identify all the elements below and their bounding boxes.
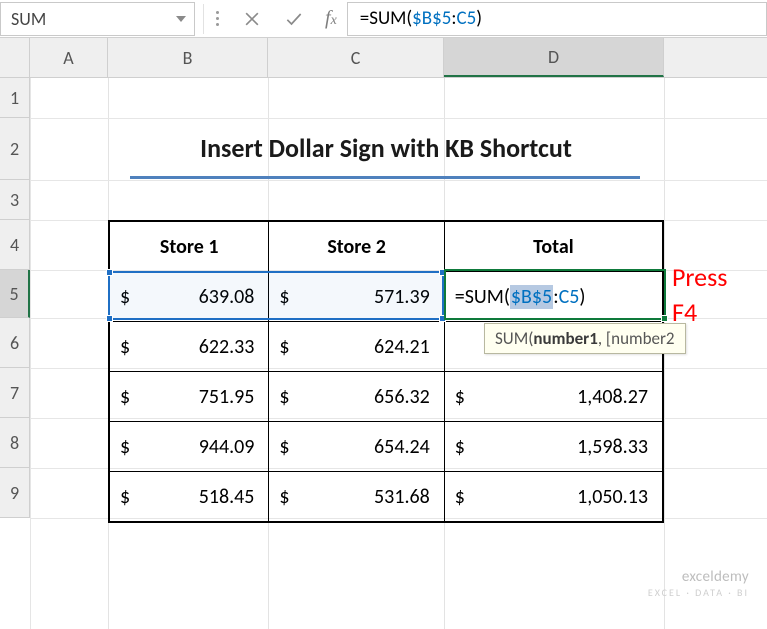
row-header-9[interactable]: 9 xyxy=(0,468,30,518)
formula-ref2: C5 xyxy=(457,7,477,30)
range-handle-icon[interactable] xyxy=(106,269,113,276)
row-headers: 1 2 3 4 5 6 7 8 9 xyxy=(0,78,30,518)
name-box-value: SUM xyxy=(11,8,46,30)
select-all-corner[interactable] xyxy=(0,38,30,78)
column-header-b[interactable]: B xyxy=(108,38,268,77)
title-underline xyxy=(130,176,640,179)
cell-b6[interactable]: $622.33 xyxy=(110,322,269,371)
watermark: exceldemy EXCEL · DATA · BI xyxy=(648,568,749,599)
cell-b9[interactable]: $518.45 xyxy=(110,472,269,521)
cell-d8[interactable]: $1,598.33 xyxy=(445,422,662,471)
cancel-icon[interactable] xyxy=(237,9,267,29)
column-header-a[interactable]: A xyxy=(30,38,108,77)
row-header-4[interactable]: 4 xyxy=(0,220,30,270)
cell-c7[interactable]: $656.32 xyxy=(269,372,444,421)
fill-handle-icon[interactable] xyxy=(661,315,668,322)
gridline xyxy=(30,180,767,181)
active-cell-border xyxy=(444,269,666,320)
row-header-7[interactable]: 7 xyxy=(0,368,30,418)
row-header-6[interactable]: 6 xyxy=(0,318,30,368)
formula-input[interactable]: =SUM($B$5:C5) xyxy=(347,2,767,36)
page-title: Insert Dollar Sign with KB Shortcut xyxy=(108,118,664,178)
data-table: Store 1 Store 2 Total $639.08 $571.39 =S… xyxy=(108,220,664,523)
range-selection xyxy=(108,271,444,320)
row-header-2[interactable]: 2 xyxy=(0,118,30,180)
cell-c6[interactable]: $624.21 xyxy=(269,322,444,371)
row-header-3[interactable]: 3 xyxy=(0,180,30,220)
formula-bar: SUM fx =SUM($B$5:C5) xyxy=(0,0,767,38)
separator xyxy=(203,4,204,34)
header-store2[interactable]: Store 2 xyxy=(269,222,444,271)
cell-d9[interactable]: $1,050.13 xyxy=(445,472,662,521)
worksheet: A B C D 1 2 3 4 5 6 7 8 9 Insert Dollar … xyxy=(0,38,767,629)
range-handle-icon[interactable] xyxy=(106,315,113,322)
row-header-5[interactable]: 5 xyxy=(0,270,30,318)
cell-area[interactable]: Insert Dollar Sign with KB Shortcut Stor… xyxy=(30,78,767,629)
cell-b7[interactable]: $751.95 xyxy=(110,372,269,421)
header-store1[interactable]: Store 1 xyxy=(110,222,269,271)
row-header-1[interactable]: 1 xyxy=(0,78,30,118)
cell-d7[interactable]: $1,408.27 xyxy=(445,372,662,421)
column-headers: A B C D xyxy=(30,38,767,78)
enter-icon[interactable] xyxy=(279,9,309,29)
name-box[interactable]: SUM xyxy=(0,2,195,36)
formula-prefix: =SUM( xyxy=(360,7,412,30)
fx-icon[interactable]: fx xyxy=(325,7,337,30)
column-header-c[interactable]: C xyxy=(268,38,444,77)
cell-b8[interactable]: $944.09 xyxy=(110,422,269,471)
function-tooltip: SUM(number1, [number2 xyxy=(484,323,686,354)
header-total[interactable]: Total xyxy=(445,222,662,271)
row-header-8[interactable]: 8 xyxy=(0,418,30,468)
dropdown-icon[interactable] xyxy=(176,16,186,22)
cell-c9[interactable]: $531.68 xyxy=(269,472,444,521)
more-icon[interactable] xyxy=(216,11,219,26)
column-header-d[interactable]: D xyxy=(444,38,664,77)
formula-ref1: $B$5 xyxy=(412,7,451,30)
formula-suffix: ) xyxy=(476,7,482,30)
annotation-press-f4: Press F4 xyxy=(672,260,727,330)
cell-c8[interactable]: $654.24 xyxy=(269,422,444,471)
